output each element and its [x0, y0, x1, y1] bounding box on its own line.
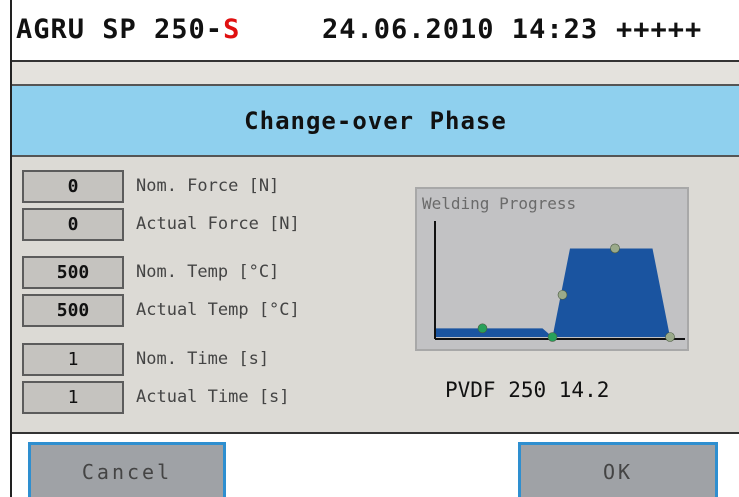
actual-temp-value: 500 [22, 294, 124, 327]
actual-force-value: 0 [22, 208, 124, 241]
phase-title: Change-over Phase [244, 106, 507, 135]
nom-force-value: 0 [22, 170, 124, 203]
model-suffix: S [223, 14, 241, 45]
machine-screen: AGRU SP 250-S 24.06.2010 14:23 +++++ Cha… [10, 0, 739, 497]
machine-model: AGRU SP 250-S [16, 14, 241, 45]
actual-time-value: 1 [22, 381, 124, 414]
progress-marker-1 [477, 323, 488, 334]
ok-button[interactable]: OK [518, 442, 718, 497]
progress-marker-5 [665, 332, 675, 342]
actual-temp-label: Actual Temp [°C] [136, 300, 300, 320]
progress-marker-4 [610, 243, 620, 254]
nom-time-label: Nom. Time [s] [136, 349, 270, 369]
signal-indicator: +++++ [616, 14, 703, 45]
progress-marker-3 [557, 290, 568, 300]
nom-temp-value: 500 [22, 256, 124, 289]
date-time: 24.06.2010 14:23 [322, 14, 599, 45]
welding-progress-chart: Welding Progress [415, 187, 689, 351]
nom-time-value: 1 [22, 343, 124, 376]
material-caption: PVDF 250 14.2 [445, 378, 610, 402]
phase-header: Change-over Phase [12, 84, 739, 157]
chart-plot [434, 221, 685, 342]
progress-marker-2 [547, 332, 558, 342]
actual-time-label: Actual Time [s] [136, 387, 290, 407]
nom-temp-label: Nom. Temp [°C] [136, 262, 280, 282]
status-bar: AGRU SP 250-S 24.06.2010 14:23 +++++ [12, 0, 739, 62]
progress-area [435, 248, 670, 337]
divider-strip [12, 62, 739, 85]
button-bar: Cancel OK [12, 432, 739, 497]
cancel-button[interactable]: Cancel [28, 442, 226, 497]
actual-force-label: Actual Force [N] [136, 214, 300, 234]
nom-force-label: Nom. Force [N] [136, 176, 280, 196]
